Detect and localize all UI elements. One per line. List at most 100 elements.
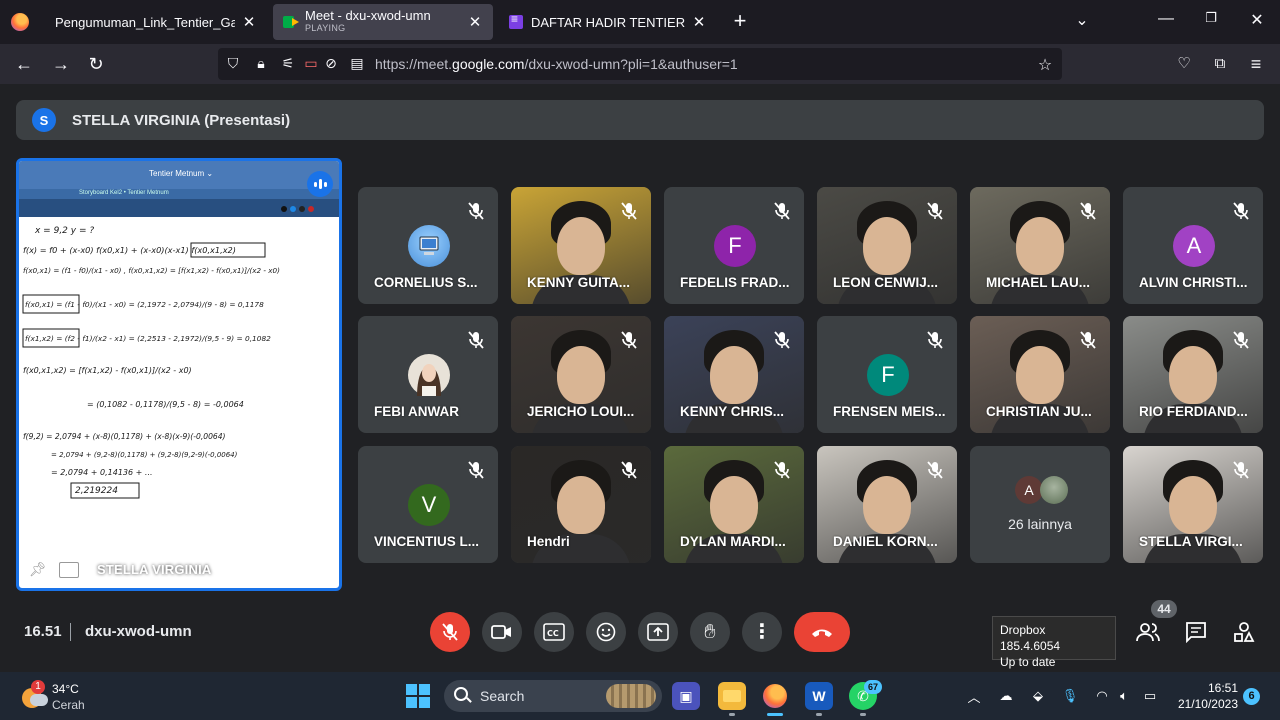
raise-hand-icon: ✋︎ bbox=[704, 620, 716, 643]
taskbar-clock[interactable]: 16:51 21/10/2023 bbox=[1172, 680, 1238, 712]
participant-tile[interactable]: CORNELIUS S... bbox=[358, 187, 498, 304]
participant-tile[interactable]: RIO FERDIAND... bbox=[1123, 316, 1263, 433]
firefox-logo-icon[interactable] bbox=[0, 0, 40, 44]
participant-tile[interactable]: STELLA VIRGI... bbox=[1123, 446, 1263, 563]
back-arrow-icon[interactable]: ← bbox=[12, 52, 36, 76]
participant-name: VINCENTIUS L... bbox=[374, 534, 480, 549]
presentation-tile[interactable]: Tentier Metnum ⌄ Storyboard Kel2 • Tenti… bbox=[16, 158, 342, 591]
participant-tile[interactable]: DANIEL KORN... bbox=[817, 446, 957, 563]
participant-tile[interactable]: A 26 lainnya bbox=[970, 446, 1110, 563]
present-screen-button[interactable] bbox=[638, 612, 678, 652]
participant-name: KENNY CHRIS... bbox=[680, 404, 785, 419]
participant-tile[interactable]: F FEDELIS FRAD... bbox=[664, 187, 804, 304]
notification-count-badge[interactable]: 6 bbox=[1243, 688, 1260, 705]
onedrive-icon[interactable]: ☁ bbox=[996, 686, 1016, 706]
windows-start-icon[interactable] bbox=[406, 684, 430, 708]
participant-name: ALVIN CHRISTI... bbox=[1139, 275, 1248, 290]
mic-off-icon bbox=[442, 623, 458, 641]
url-text: https://meet.google.com/dxu-xwod-umn?pli… bbox=[375, 56, 738, 72]
close-tab-icon[interactable]: ✕ bbox=[467, 13, 483, 31]
captions-button[interactable]: CC bbox=[534, 612, 574, 652]
participant-tile[interactable]: LEON CENWIJ... bbox=[817, 187, 957, 304]
taskbar-search[interactable]: Search bbox=[444, 680, 662, 712]
show-hidden-icons-chevron[interactable]: ︿ bbox=[964, 686, 984, 706]
participant-name: CHRISTIAN JU... bbox=[986, 404, 1092, 419]
participant-tile[interactable]: JERICHO LOUI... bbox=[511, 316, 651, 433]
app-running-indicator bbox=[729, 713, 735, 716]
word-icon[interactable]: W bbox=[805, 682, 833, 710]
weather-temperature: 34°C bbox=[52, 682, 79, 696]
teams-chat-icon[interactable]: ▣ bbox=[672, 682, 700, 710]
url-bar[interactable]: ⛉ 🔒︎ ⚟ ▭ ⊘ ▤ https://meet.google.com/dxu… bbox=[218, 48, 1062, 80]
participant-tile[interactable]: FEBI ANWAR bbox=[358, 316, 498, 433]
participant-tile[interactable]: DYLAN MARDI... bbox=[664, 446, 804, 563]
chat-button[interactable] bbox=[1183, 620, 1209, 644]
microphone-in-use-icon[interactable]: 🎙︎ bbox=[1060, 686, 1080, 706]
forward-arrow-icon[interactable]: → bbox=[49, 52, 73, 76]
tab-meet[interactable]: Meet - dxu-xwod-umn PLAYING ✕ bbox=[273, 4, 493, 40]
shield-icon[interactable]: ⛉ bbox=[224, 55, 242, 72]
chat-icon bbox=[1186, 622, 1206, 643]
mic-muted-icon bbox=[1231, 201, 1251, 221]
mic-off-button[interactable] bbox=[430, 612, 470, 652]
pin-icon[interactable]: 📌︎ bbox=[29, 561, 47, 578]
permissions-icon[interactable]: ⚟ bbox=[279, 55, 297, 72]
computer-avatar-icon bbox=[408, 225, 450, 267]
people-button[interactable] bbox=[1135, 620, 1161, 644]
close-tab-icon[interactable]: ✕ bbox=[691, 13, 707, 31]
lock-icon[interactable]: 🔒︎ bbox=[252, 55, 270, 72]
google-forms-icon bbox=[509, 12, 523, 29]
participant-tile[interactable]: CHRISTIAN JU... bbox=[970, 316, 1110, 433]
more-participants-avatar: A bbox=[1015, 476, 1043, 504]
participant-tile[interactable]: MICHAEL LAU... bbox=[970, 187, 1110, 304]
notes-doc-tabs-text: Storyboard Kel2 • Tentier Metnum bbox=[79, 190, 169, 196]
minimize-window-icon[interactable]: — bbox=[1156, 10, 1176, 28]
dropbox-tray-icon[interactable]: ⬙ bbox=[1028, 686, 1048, 706]
person-face-shape bbox=[710, 346, 758, 404]
reader-view-icon[interactable]: ▤ bbox=[348, 55, 366, 72]
participant-name: DYLAN MARDI... bbox=[680, 534, 786, 549]
restore-window-icon[interactable]: ❐ bbox=[1201, 10, 1221, 26]
participant-tile[interactable]: Hendri bbox=[511, 446, 651, 563]
participant-tile[interactable]: KENNY GUITA... bbox=[511, 187, 651, 304]
picture-in-picture-icon[interactable] bbox=[59, 562, 79, 578]
bookmark-star-icon[interactable]: ☆ bbox=[1036, 55, 1054, 75]
leave-call-button[interactable] bbox=[794, 612, 850, 652]
camera-button[interactable] bbox=[482, 612, 522, 652]
reactions-button[interactable] bbox=[586, 612, 626, 652]
volume-icon[interactable]: 🔈︎ bbox=[1114, 686, 1134, 706]
firefox-taskbar-icon[interactable] bbox=[761, 682, 789, 710]
pocket-icon[interactable]: ♡ bbox=[1172, 52, 1196, 76]
participant-tile[interactable]: A ALVIN CHRISTI... bbox=[1123, 187, 1263, 304]
more-options-button[interactable]: ⋮ bbox=[742, 612, 782, 652]
wifi-icon[interactable]: ◠ bbox=[1092, 686, 1112, 706]
google-meet-icon bbox=[283, 15, 299, 29]
list-all-tabs-chevron-icon[interactable]: ⌄ bbox=[1072, 10, 1092, 30]
activities-button[interactable] bbox=[1231, 620, 1257, 644]
tab-pengumuman[interactable]: Pengumuman_Link_Tentier_Ganjil_2023 ✕ bbox=[45, 4, 267, 40]
menu-hamburger-icon[interactable]: ≡ bbox=[1244, 52, 1268, 76]
clock-date: 21/10/2023 bbox=[1177, 697, 1238, 711]
mic-muted-indicator-icon[interactable]: ⊘ bbox=[322, 55, 340, 72]
participant-tile[interactable]: KENNY CHRIS... bbox=[664, 316, 804, 433]
new-tab-plus-icon[interactable]: + bbox=[729, 8, 751, 34]
close-tab-icon[interactable]: ✕ bbox=[241, 13, 257, 31]
notes-app-title: Tentier Metnum ⌄ bbox=[149, 169, 214, 178]
tab-daftar-hadir[interactable]: DAFTAR HADIR TENTIER PERSIAPAN UTS ✕ bbox=[499, 4, 717, 40]
notes-line: = 2,0794 + (9,2-8)(0,1178) + (9,2-8)(9,2… bbox=[51, 451, 238, 459]
reload-icon[interactable]: ↻ bbox=[84, 52, 108, 76]
file-explorer-icon[interactable] bbox=[718, 682, 746, 710]
battery-icon[interactable]: ▭ bbox=[1140, 686, 1160, 706]
whatsapp-badge: 67 bbox=[864, 680, 882, 694]
browser-tab-bar: Pengumuman_Link_Tentier_Ganjil_2023 ✕ Me… bbox=[0, 0, 1280, 44]
participant-avatar: F bbox=[714, 225, 756, 267]
participant-tile[interactable]: F FRENSEN MEIS... bbox=[817, 316, 957, 433]
camera-sharing-icon[interactable]: ▭ bbox=[302, 55, 320, 72]
notes-line: f(x0,x1) = (f1 - f0)/(x1 - x0) , f(x0,x1… bbox=[23, 266, 280, 275]
weather-widget[interactable]: 1 34°C Cerah bbox=[22, 680, 142, 712]
raise-hand-button[interactable]: ✋︎ bbox=[690, 612, 730, 652]
close-window-icon[interactable]: ✕ bbox=[1247, 10, 1267, 30]
extensions-icon[interactable]: ⧉ bbox=[1208, 52, 1232, 76]
participant-tile[interactable]: V VINCENTIUS L... bbox=[358, 446, 498, 563]
tooltip-line: Dropbox 185.4.6054 bbox=[1000, 623, 1061, 653]
